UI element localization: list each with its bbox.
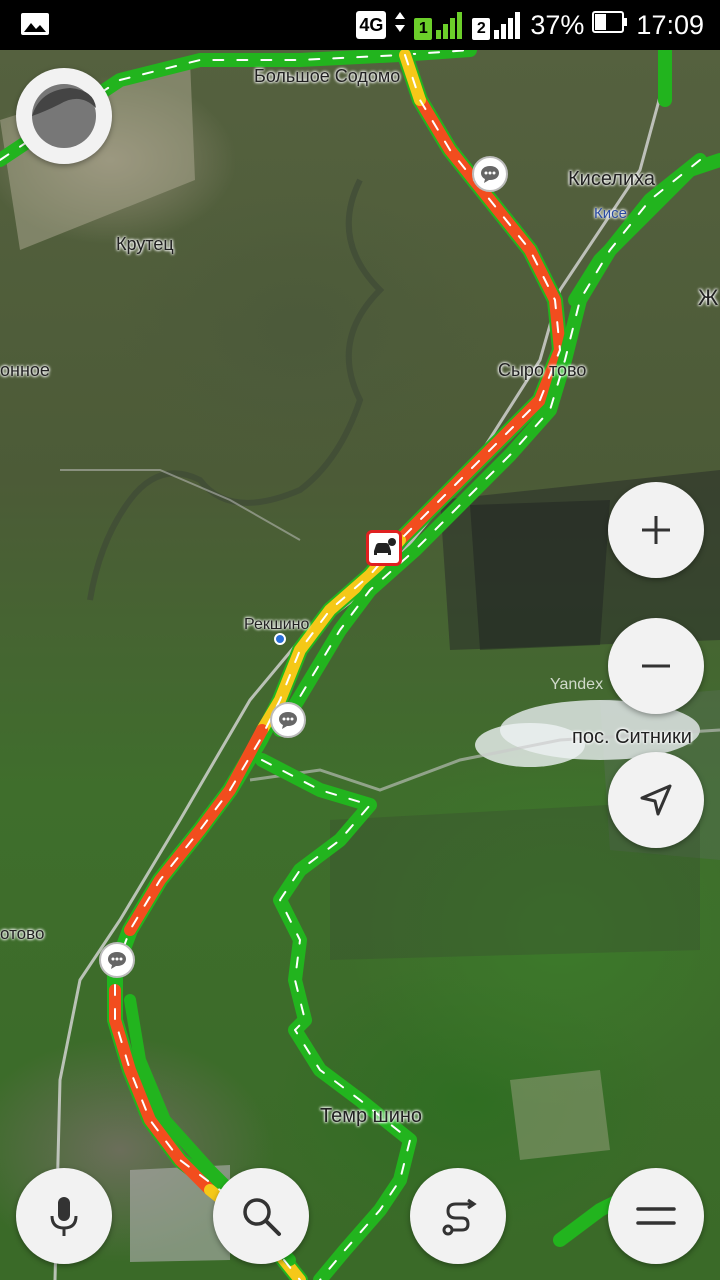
microphone-icon	[50, 1197, 78, 1236]
road-comment-icon[interactable]	[99, 942, 135, 978]
map-view[interactable]: Большое Содомо Киселиха Кисе Крутец Ж он…	[0, 50, 720, 1280]
road-comment-icon[interactable]	[472, 156, 508, 192]
sim1-signal: 1	[414, 10, 464, 40]
battery-percent: 37%	[530, 9, 585, 40]
place-bolshoe-sodomovo: Большое Содомо	[254, 66, 401, 86]
station-marker	[274, 633, 286, 645]
place-otovo: отово	[0, 924, 45, 943]
sim2-signal: 2	[472, 10, 522, 40]
menu-icon	[636, 1207, 676, 1225]
place-krutets: Крутец	[116, 234, 174, 254]
place-sitniki: пос. Ситники	[572, 726, 692, 748]
minus-icon	[642, 664, 670, 668]
navigation-arrow-icon	[640, 784, 672, 816]
place-kiselikha: Киселиха	[568, 168, 656, 190]
avatar-icon	[32, 84, 96, 148]
voice-search-button[interactable]	[16, 1168, 112, 1264]
menu-button[interactable]	[608, 1168, 704, 1264]
place-onnoe: онное	[0, 360, 50, 380]
route-icon	[442, 1198, 477, 1236]
status-bar: 4G 1 2 37% 17:09	[0, 0, 720, 50]
battery-icon	[592, 9, 628, 42]
place-temrshino: Темр шино	[320, 1105, 423, 1127]
clock: 17:09	[636, 9, 704, 40]
sim1-badge: 1	[414, 18, 433, 40]
place-syrovatovo: Сыро тово	[498, 360, 587, 380]
route-button[interactable]	[410, 1168, 506, 1264]
data-arrows-icon	[394, 10, 406, 41]
network-type-badge: 4G	[356, 11, 387, 39]
search-icon	[243, 1198, 281, 1236]
yandex-watermark: Yandex	[550, 676, 604, 693]
place-kiselikha-small: Кисе	[594, 205, 627, 222]
plus-icon	[642, 516, 670, 544]
accident-icon[interactable]	[366, 530, 402, 566]
profile-button[interactable]	[16, 68, 112, 164]
road-comment-icon[interactable]	[270, 702, 306, 738]
zoom-out-button[interactable]	[608, 618, 704, 714]
search-button[interactable]	[213, 1168, 309, 1264]
gallery-notification-icon	[20, 11, 50, 42]
my-location-button[interactable]	[608, 752, 704, 848]
zoom-in-button[interactable]	[608, 482, 704, 578]
place-reshkino: Рекшино	[244, 616, 310, 633]
place-zh: Ж	[698, 285, 719, 310]
sim2-badge: 2	[472, 18, 491, 40]
